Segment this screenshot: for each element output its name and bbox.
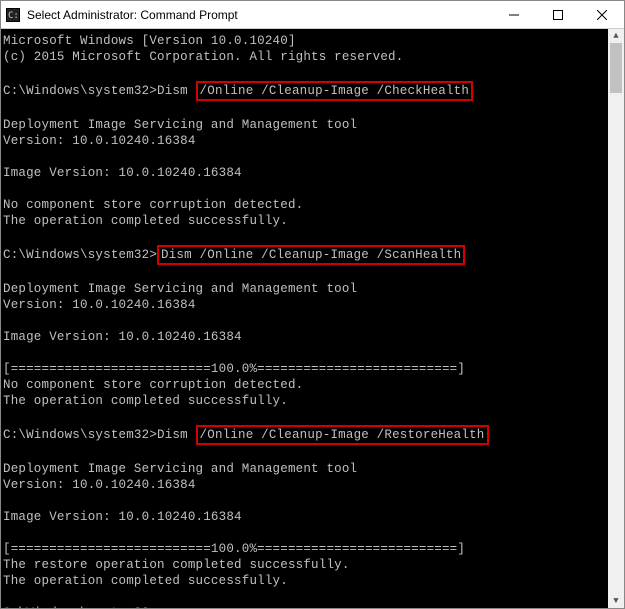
highlight-box: /Online /Cleanup-Image /RestoreHealth [196, 425, 489, 445]
console-line: The restore operation completed successf… [3, 557, 624, 573]
console-line: No component store corruption detected. [3, 377, 624, 393]
console-output[interactable]: Microsoft Windows [Version 10.0.10240] (… [1, 29, 624, 608]
vertical-scrollbar[interactable]: ▲ ▼ [608, 29, 624, 608]
console-line: Image Version: 10.0.10240.16384 [3, 329, 624, 345]
console-line: Microsoft Windows [Version 10.0.10240] [3, 33, 624, 49]
titlebar[interactable]: C: Select Administrator: Command Prompt [1, 1, 624, 29]
console-line: Version: 10.0.10240.16384 [3, 297, 624, 313]
minimize-button[interactable] [492, 1, 536, 29]
console-line: [==========================100.0%=======… [3, 361, 624, 377]
console-line: [==========================100.0%=======… [3, 541, 624, 557]
console-line: Deployment Image Servicing and Managemen… [3, 461, 624, 477]
console-line: C:\Windows\system32>Dism /Online /Cleanu… [3, 81, 624, 101]
console-line: Deployment Image Servicing and Managemen… [3, 281, 624, 297]
console-line: C:\Windows\system32>Dism /Online /Cleanu… [3, 245, 624, 265]
console-line: (c) 2015 Microsoft Corporation. All righ… [3, 49, 624, 65]
console-line: No component store corruption detected. [3, 197, 624, 213]
svg-text:C:: C: [8, 11, 19, 21]
console-line: The operation completed successfully. [3, 573, 624, 589]
console-line: Version: 10.0.10240.16384 [3, 133, 624, 149]
app-icon: C: [5, 7, 21, 23]
highlight-box: /Online /Cleanup-Image /CheckHealth [196, 81, 474, 101]
console-line: The operation completed successfully. [3, 393, 624, 409]
command-prompt-window: C: Select Administrator: Command Prompt … [0, 0, 625, 609]
close-button[interactable] [580, 1, 624, 29]
highlight-box: Dism /Online /Cleanup-Image /ScanHealth [157, 245, 465, 265]
console-line: C:\Windows\system32>Dism /Online /Cleanu… [3, 425, 624, 445]
console-line: Image Version: 10.0.10240.16384 [3, 509, 624, 525]
scrollbar-thumb[interactable] [610, 43, 622, 93]
console-prompt-line: C:\Windows\system32> [3, 605, 624, 608]
console-line: Version: 10.0.10240.16384 [3, 477, 624, 493]
scroll-down-arrow-icon[interactable]: ▼ [608, 594, 624, 608]
console-line: Image Version: 10.0.10240.16384 [3, 165, 624, 181]
window-title: Select Administrator: Command Prompt [27, 8, 238, 22]
maximize-button[interactable] [536, 1, 580, 29]
console-line: The operation completed successfully. [3, 213, 624, 229]
scroll-up-arrow-icon[interactable]: ▲ [608, 29, 624, 43]
console-line: Deployment Image Servicing and Managemen… [3, 117, 624, 133]
